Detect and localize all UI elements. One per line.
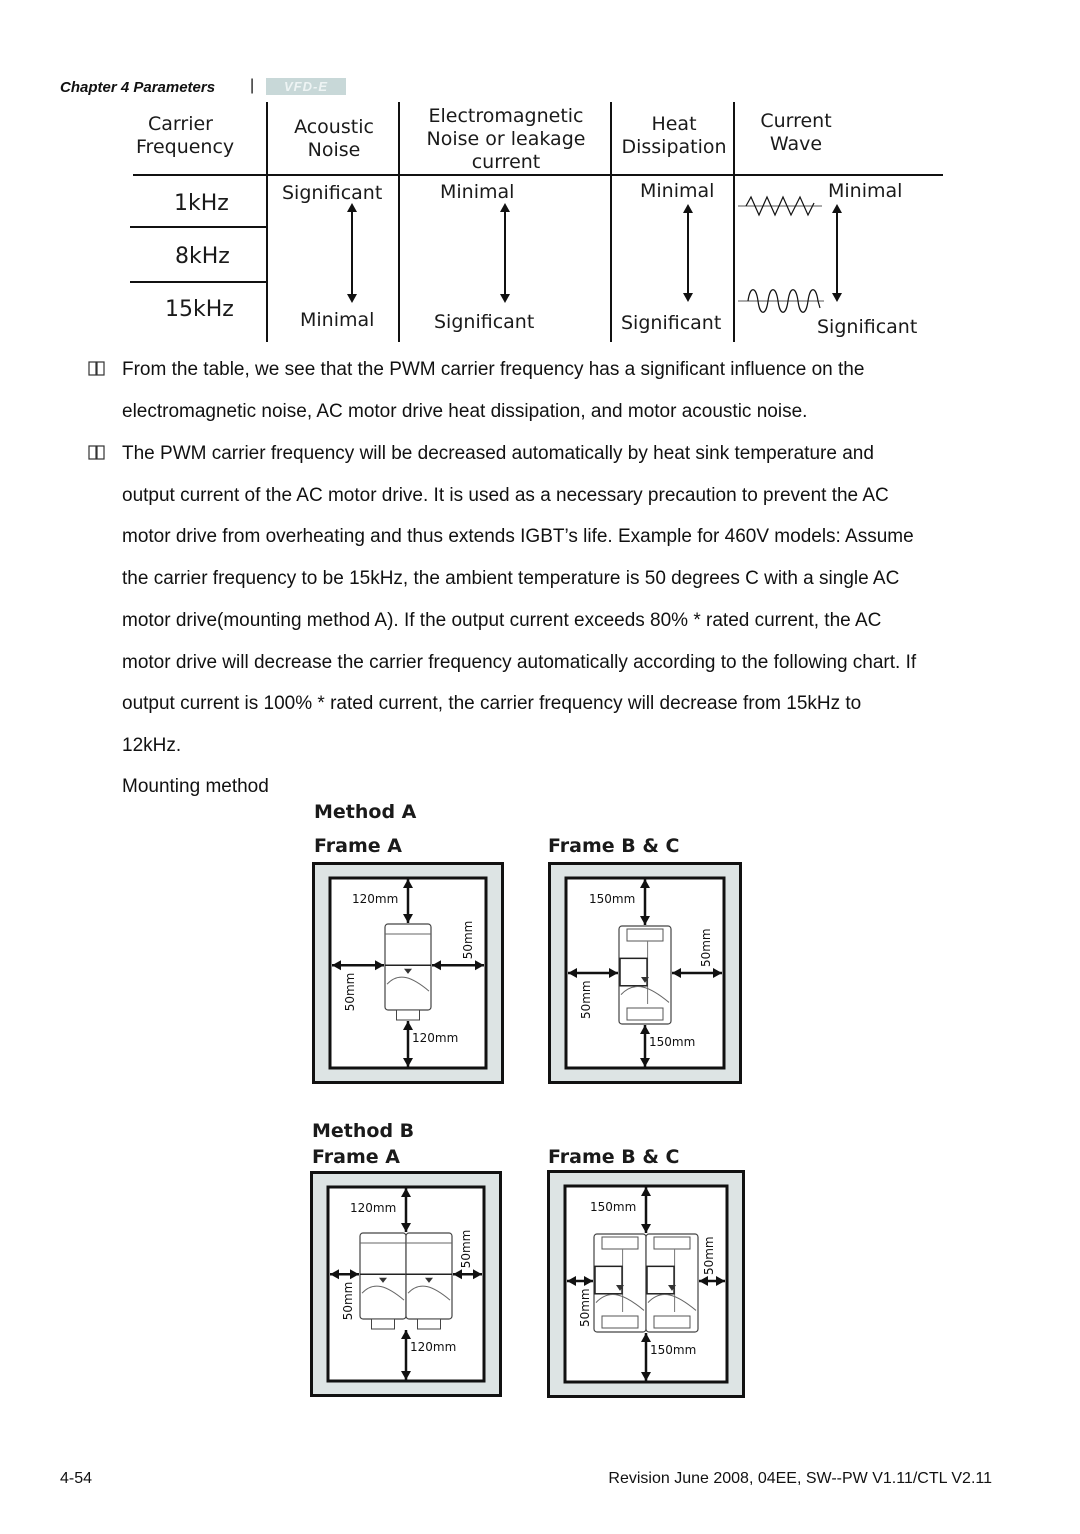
top-clearance-label: 120mm bbox=[352, 892, 398, 906]
ac-drive-unit bbox=[593, 1233, 647, 1333]
mounting-diagram-method-b-frame-a: 120mm 120mm 50mm 50mm bbox=[310, 1171, 502, 1397]
chapter-title: Chapter 4 Parameters bbox=[60, 79, 216, 96]
header-line: Wave bbox=[769, 133, 823, 155]
bottom-clearance-label: 150mm bbox=[650, 1343, 696, 1357]
col-header-em-noise: Electromagnetic Noise or leakage current bbox=[402, 105, 610, 174]
freq-1khz: 1kHz bbox=[174, 191, 229, 216]
acoustic-top-label: Significant bbox=[282, 182, 383, 204]
top-clearance-label: 150mm bbox=[589, 892, 635, 906]
right-clearance-label: 50mm bbox=[702, 1236, 716, 1275]
clearance-diagram: 120mm 120mm 50mm 50mm bbox=[312, 862, 504, 1084]
clearance-diagram: 150mm 150mm 50mm 50mm bbox=[547, 1170, 745, 1398]
left-clearance-label: 50mm bbox=[579, 980, 593, 1019]
paragraph-line: 12kHz. bbox=[122, 734, 182, 756]
paragraph-line: the carrier frequency to be 15kHz, the a… bbox=[122, 568, 900, 590]
wave-bottom-label: Significant bbox=[817, 316, 918, 338]
header-line: Noise or leakage bbox=[426, 128, 586, 150]
book-icon bbox=[88, 445, 105, 460]
paragraph-line: electromagnetic noise, AC motor drive he… bbox=[122, 400, 808, 422]
paragraph-line: From the table, we see that the PWM carr… bbox=[122, 359, 865, 380]
bottom-clearance-label: 120mm bbox=[410, 1340, 456, 1354]
row-divider bbox=[130, 281, 267, 283]
header-line: Acoustic bbox=[294, 116, 374, 138]
book-icon bbox=[88, 361, 105, 376]
bottom-clearance-label: 120mm bbox=[412, 1031, 458, 1045]
left-clearance-label: 50mm bbox=[343, 973, 357, 1012]
mounting-diagram-method-a-frame-bc: 150mm 150mm 50mm 50mm bbox=[548, 862, 742, 1084]
clearance-diagram: 120mm 120mm 50mm 50mm bbox=[310, 1171, 502, 1397]
paragraph-line: output current is 100% * rated current, … bbox=[122, 693, 862, 715]
freq-8khz: 8kHz bbox=[175, 244, 230, 269]
freq-15khz: 15kHz bbox=[165, 297, 234, 322]
em-bottom-label: Significant bbox=[434, 311, 535, 333]
header-separator: | bbox=[250, 77, 255, 94]
mounting-diagram-method-a-frame-a: 120mm 120mm 50mm 50mm bbox=[312, 862, 504, 1084]
double-arrow-icon bbox=[500, 203, 510, 303]
double-arrow-icon bbox=[832, 204, 842, 302]
acoustic-bottom-label: Minimal bbox=[300, 309, 375, 331]
paragraph-line: motor drive(mounting method A). If the o… bbox=[122, 609, 882, 631]
left-clearance-label: 50mm bbox=[341, 1282, 355, 1321]
method-a-frame-a-heading: Frame A bbox=[314, 835, 402, 857]
method-b-heading: Method B bbox=[312, 1120, 415, 1142]
method-a-frame-bc-heading: Frame B & C bbox=[548, 835, 680, 857]
double-arrow-icon bbox=[683, 204, 693, 302]
page-number: 4-54 bbox=[60, 1470, 93, 1487]
top-clearance-label: 120mm bbox=[350, 1201, 396, 1215]
sine-wave-icon bbox=[738, 289, 824, 313]
bottom-clearance-label: 150mm bbox=[649, 1035, 695, 1049]
column-divider bbox=[610, 102, 612, 342]
method-b-frame-bc-heading: Frame B & C bbox=[548, 1146, 680, 1168]
mounting-method-title: Mounting method bbox=[122, 776, 269, 797]
paragraph-carrier-influence: From the table, we see that the PWM carr… bbox=[122, 349, 1002, 432]
method-a-heading: Method A bbox=[314, 801, 417, 823]
mounting-diagram-method-b-frame-bc: 150mm 150mm 50mm 50mm bbox=[547, 1170, 745, 1398]
column-divider bbox=[398, 102, 400, 342]
column-divider bbox=[266, 102, 268, 342]
revision-info: Revision June 2008, 04EE, SW--PW V1.11/C… bbox=[608, 1470, 992, 1487]
ac-drive-unit bbox=[618, 925, 672, 1025]
header-line: Electromagnetic bbox=[428, 105, 584, 127]
right-clearance-label: 50mm bbox=[461, 921, 475, 960]
double-arrow-icon bbox=[347, 203, 357, 303]
ac-drive-unit bbox=[405, 1232, 453, 1330]
header-line: Noise bbox=[307, 139, 361, 161]
row-divider bbox=[130, 226, 267, 228]
vfd-e-logo: VFD-E bbox=[266, 78, 346, 95]
header-line: current bbox=[471, 151, 541, 173]
right-clearance-label: 50mm bbox=[699, 928, 713, 967]
header-line: Dissipation bbox=[621, 136, 727, 158]
paragraph-line: motor drive from overheating and thus ex… bbox=[122, 526, 914, 548]
paragraph-auto-decrease: The PWM carrier frequency will be decrea… bbox=[122, 433, 1002, 767]
column-divider bbox=[733, 102, 735, 342]
col-header-heat-dissipation: Heat Dissipation bbox=[612, 113, 736, 159]
ac-drive-unit bbox=[359, 1232, 407, 1330]
heat-bottom-label: Significant bbox=[621, 312, 722, 334]
left-clearance-label: 50mm bbox=[578, 1288, 592, 1327]
table-header-rule bbox=[133, 174, 943, 176]
triangle-wave-icon bbox=[738, 195, 822, 217]
right-clearance-label: 50mm bbox=[459, 1230, 473, 1269]
col-header-carrier-frequency: Carrier Frequency bbox=[136, 113, 266, 159]
paragraph-line: The PWM carrier frequency will be decrea… bbox=[122, 443, 874, 464]
paragraph-line: motor drive will decrease the carrier fr… bbox=[122, 651, 917, 673]
em-top-label: Minimal bbox=[440, 181, 515, 203]
col-header-current-wave: Current Wave bbox=[734, 110, 858, 156]
header-line: Current bbox=[760, 110, 832, 132]
header-line: Frequency bbox=[136, 136, 235, 158]
header-line: Carrier bbox=[148, 113, 213, 135]
col-header-acoustic-noise: Acoustic Noise bbox=[270, 116, 398, 162]
wave-top-label: Minimal bbox=[828, 180, 903, 202]
top-clearance-label: 150mm bbox=[590, 1200, 636, 1214]
method-b-frame-a-heading: Frame A bbox=[312, 1146, 400, 1168]
clearance-diagram: 150mm 150mm 50mm 50mm bbox=[548, 862, 742, 1084]
paragraph-line: output current of the AC motor drive. It… bbox=[122, 484, 889, 506]
heat-top-label: Minimal bbox=[640, 180, 715, 202]
ac-drive-unit bbox=[645, 1233, 699, 1333]
ac-drive-unit bbox=[384, 923, 432, 1021]
header-line: Heat bbox=[651, 113, 697, 135]
